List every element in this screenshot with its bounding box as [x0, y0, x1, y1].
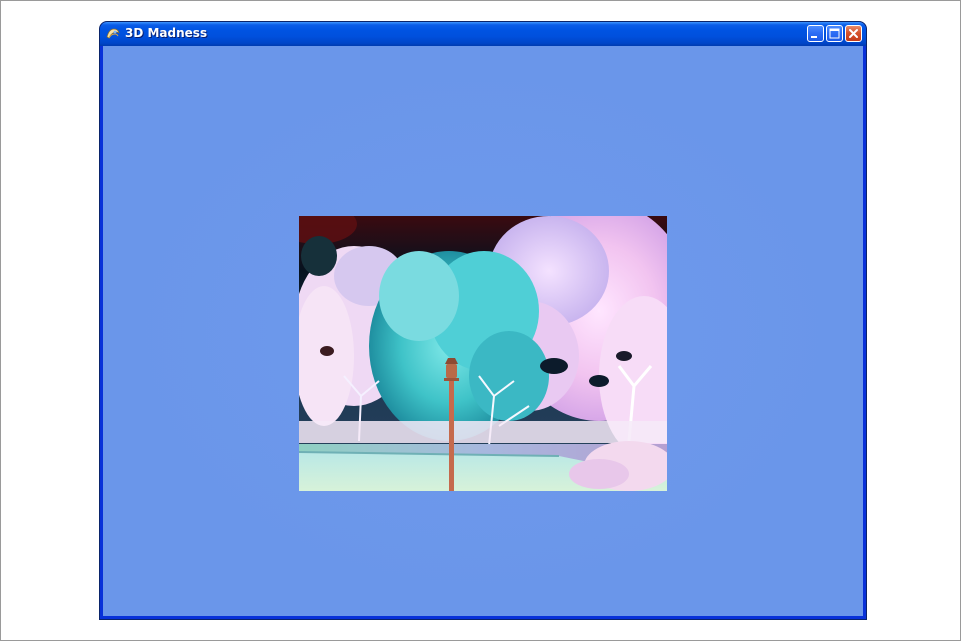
- app-window: 3D Madness: [100, 22, 866, 619]
- close-icon: [849, 29, 858, 38]
- render-viewport[interactable]: [103, 46, 863, 616]
- minimize-icon: [811, 36, 817, 38]
- rendered-image-quad: [299, 216, 667, 491]
- color-inverted-park-photo: [299, 216, 667, 491]
- minimize-button[interactable]: [807, 25, 824, 42]
- close-button[interactable]: [845, 25, 862, 42]
- title-bar[interactable]: 3D Madness: [100, 22, 866, 46]
- maximize-icon: [829, 28, 840, 39]
- maximize-button[interactable]: [826, 25, 843, 42]
- globe-app-icon[interactable]: [105, 26, 121, 42]
- window-title: 3D Madness: [125, 26, 208, 40]
